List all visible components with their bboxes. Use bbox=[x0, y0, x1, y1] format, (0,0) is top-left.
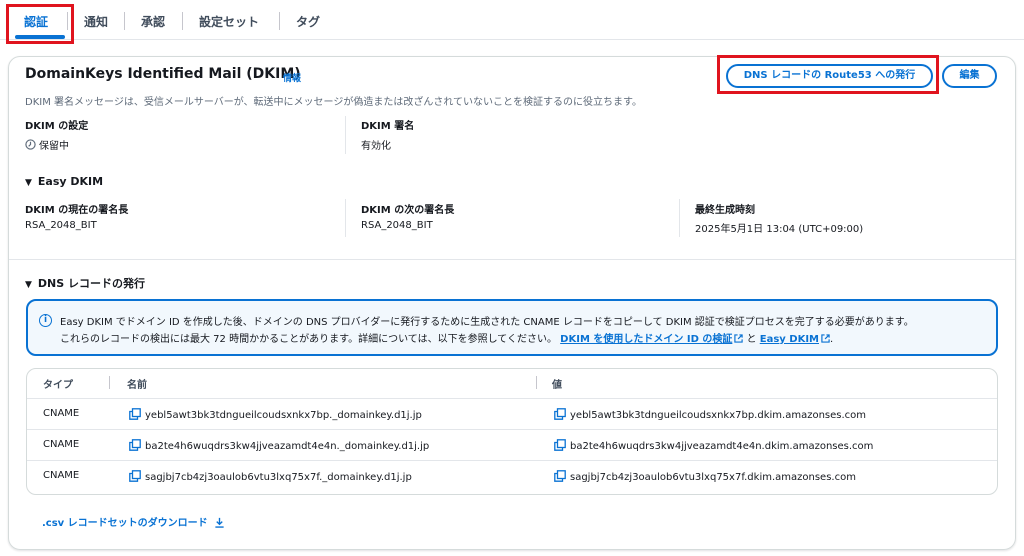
status-pending: 保留中 bbox=[39, 141, 69, 152]
tab-divider bbox=[279, 12, 280, 30]
dkim-settings-status: 保留中 bbox=[25, 137, 69, 152]
tab-approval[interactable]: 承認 bbox=[141, 13, 165, 31]
table-row: sagjbj7cb4zj3oaulob6vtu3lxq75x7f._domain… bbox=[129, 470, 412, 483]
table-row: ba2te4h6wuqdrs3kw4jjveazamdt4e4n._domain… bbox=[129, 439, 429, 452]
caret-down-icon: ▼ bbox=[25, 178, 32, 188]
download-icon bbox=[215, 517, 224, 528]
dkim-signing-value: 有効化 bbox=[361, 141, 391, 152]
alert-text-prefix: これらのレコードの検出には最大 72 時間かかることがあります。詳細については、… bbox=[60, 334, 557, 345]
table-row: sagjbj7cb4zj3oaulob6vtu3lxq75x7f.dkim.am… bbox=[554, 470, 856, 483]
column-header-divider bbox=[536, 376, 537, 389]
tab-divider bbox=[124, 12, 125, 30]
download-csv-link[interactable]: .csv レコードセットのダウンロード bbox=[42, 514, 225, 529]
current-key-length-value: RSA_2048_BIT bbox=[25, 220, 97, 231]
panel-title: DomainKeys Identified Mail (DKIM) bbox=[25, 66, 301, 82]
external-link-icon bbox=[734, 334, 744, 343]
tab-divider bbox=[182, 12, 183, 30]
table-row: ba2te4h6wuqdrs3kw4jjveazamdt4e4n.dkim.am… bbox=[554, 439, 873, 452]
table-header-divider bbox=[27, 398, 997, 399]
record-value: sagjbj7cb4zj3oaulob6vtu3lxq75x7f.dkim.am… bbox=[570, 472, 856, 483]
record-name: sagjbj7cb4zj3oaulob6vtu3lxq75x7f._domain… bbox=[145, 472, 412, 483]
highlight-box-tab bbox=[6, 4, 74, 44]
easy-dkim-link[interactable]: Easy DKIM bbox=[760, 334, 819, 345]
copy-icon[interactable] bbox=[129, 408, 141, 420]
record-type: CNAME bbox=[43, 439, 80, 450]
row-divider bbox=[27, 460, 997, 461]
record-value: ba2te4h6wuqdrs3kw4jjveazamdt4e4n.dkim.am… bbox=[570, 441, 874, 452]
alert-period: . bbox=[830, 334, 834, 345]
record-name: yebl5awt3bk3tdngueilcoudsxnkx7bp._domain… bbox=[145, 410, 422, 421]
alert-text-line1: Easy DKIM でドメイン ID を作成した後、ドメインの DNS プロバイ… bbox=[60, 317, 914, 328]
dkim-signing-label: DKIM 署名 bbox=[361, 121, 415, 132]
table-row: yebl5awt3bk3tdngueilcoudsxnkx7bp.dkim.am… bbox=[554, 408, 866, 421]
column-header-type[interactable]: タイプ bbox=[43, 376, 73, 391]
edit-button[interactable]: 編集 bbox=[942, 64, 997, 88]
alert-and-text: と bbox=[746, 334, 757, 345]
easy-dkim-heading: Easy DKIM bbox=[37, 175, 104, 188]
panel-description: DKIM 署名メッセージは、受信メールサーバーが、転送中にメッセージが偽造または… bbox=[25, 97, 643, 108]
column-header-name[interactable]: 名前 bbox=[127, 376, 147, 391]
record-type: CNAME bbox=[43, 470, 80, 481]
external-link-icon bbox=[821, 334, 830, 343]
highlight-box-publish bbox=[717, 55, 939, 94]
copy-icon[interactable] bbox=[129, 439, 141, 451]
tab-bar: 認証 通知 承認 設定セット タグ bbox=[0, 0, 1024, 40]
column-divider bbox=[345, 199, 346, 237]
current-key-length-label: DKIM の現在の署名長 bbox=[25, 205, 129, 216]
copy-icon[interactable] bbox=[129, 470, 141, 482]
copy-icon[interactable] bbox=[554, 470, 566, 482]
column-divider bbox=[679, 199, 680, 237]
column-header-divider bbox=[109, 376, 110, 389]
record-value: yebl5awt3bk3tdngueilcoudsxnkx7bp.dkim.am… bbox=[570, 410, 867, 421]
next-key-length-label: DKIM の次の署名長 bbox=[361, 205, 455, 216]
dkim-settings-label: DKIM の設定 bbox=[25, 121, 89, 132]
dns-records-toggle[interactable]: ▼ DNS レコードの発行 bbox=[25, 275, 145, 291]
info-link[interactable]: 情報 bbox=[283, 71, 301, 84]
copy-icon[interactable] bbox=[554, 439, 566, 451]
next-key-length-value: RSA_2048_BIT bbox=[361, 220, 433, 231]
info-icon: i bbox=[39, 314, 52, 327]
tab-configuration-sets[interactable]: 設定セット bbox=[199, 13, 259, 31]
clock-icon bbox=[25, 139, 36, 150]
tab-tags[interactable]: タグ bbox=[296, 13, 320, 31]
download-csv-label: .csv レコードセットのダウンロード bbox=[42, 518, 208, 529]
last-generated-value: 2025年5月1日 13:04 (UTC+09:00) bbox=[695, 224, 864, 235]
column-header-value[interactable]: 値 bbox=[552, 376, 562, 391]
caret-down-icon: ▼ bbox=[25, 280, 32, 290]
table-row: yebl5awt3bk3tdngueilcoudsxnkx7bp._domain… bbox=[129, 408, 422, 421]
record-type: CNAME bbox=[43, 408, 80, 419]
info-alert: i Easy DKIM でドメイン ID を作成した後、ドメインの DNS プロ… bbox=[26, 299, 998, 356]
row-divider bbox=[27, 429, 997, 430]
column-divider bbox=[345, 116, 346, 154]
record-name: ba2te4h6wuqdrs3kw4jjveazamdt4e4n._domain… bbox=[145, 441, 430, 452]
easy-dkim-toggle[interactable]: ▼ Easy DKIM bbox=[25, 175, 103, 188]
alert-text-line2: これらのレコードの検出には最大 72 時間かかることがあります。詳細については、… bbox=[60, 330, 833, 345]
copy-icon[interactable] bbox=[554, 408, 566, 420]
dns-records-heading: DNS レコードの発行 bbox=[37, 277, 146, 290]
tab-notifications[interactable]: 通知 bbox=[84, 13, 108, 31]
last-generated-label: 最終生成時刻 bbox=[695, 205, 755, 216]
verify-domain-dkim-link[interactable]: DKIM を使用したドメイン ID の検証 bbox=[560, 334, 732, 345]
section-divider bbox=[9, 259, 1015, 260]
